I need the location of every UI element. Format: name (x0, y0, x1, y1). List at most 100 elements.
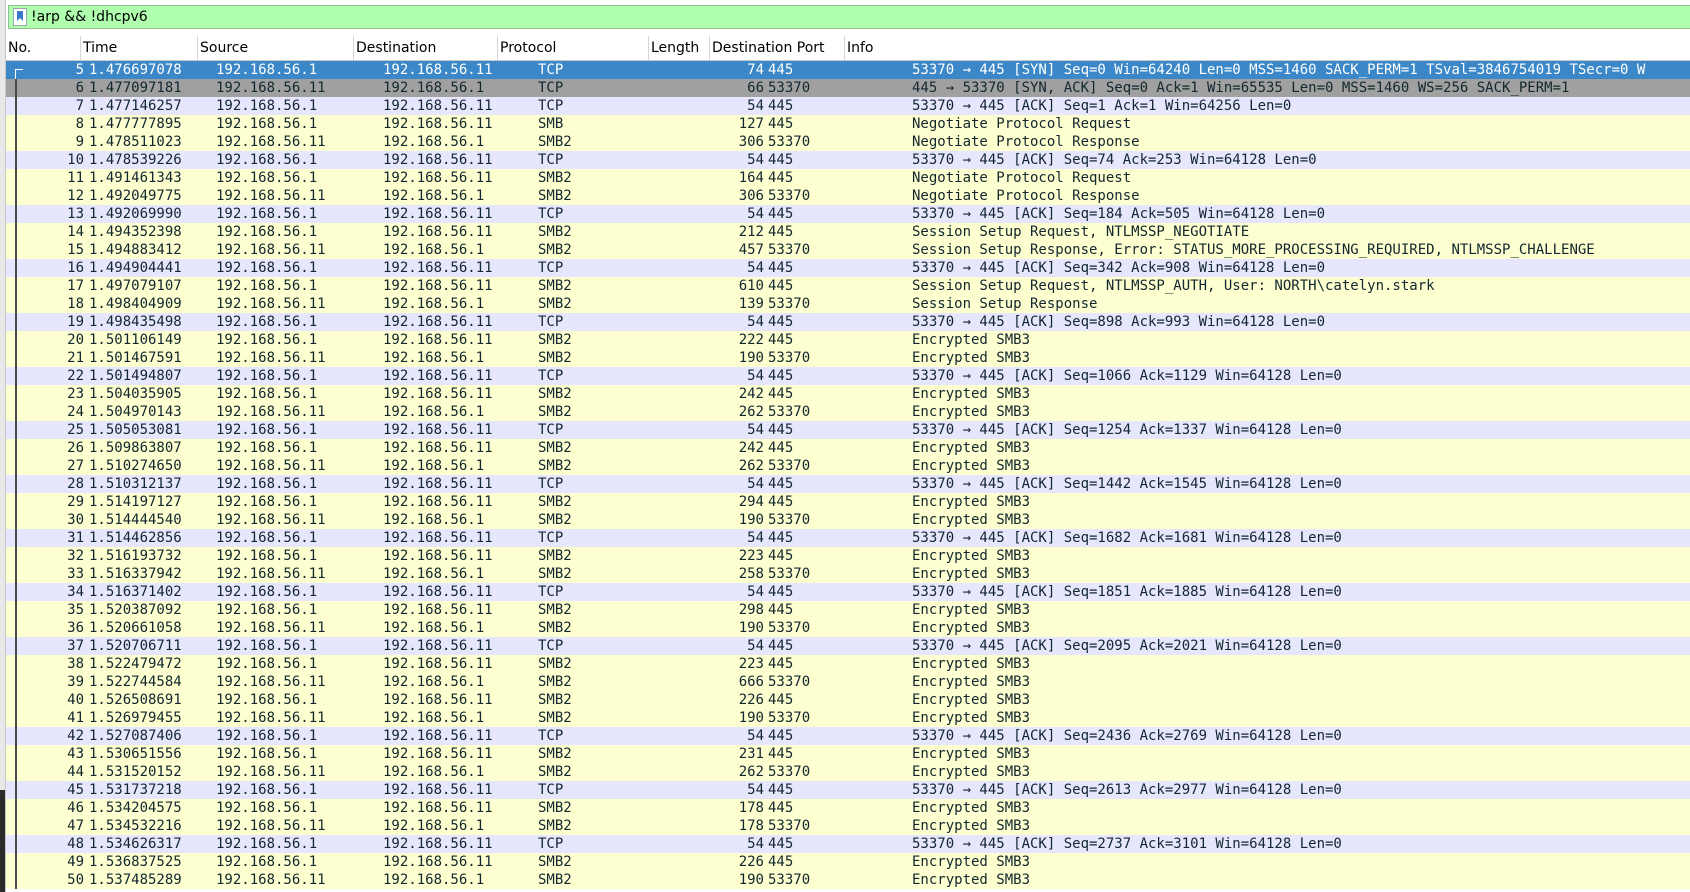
packet-length: 74 (747, 62, 764, 78)
packet-row[interactable]: 38 1.522479472 192.168.56.1 192.168.56.11 SM… (6, 655, 1690, 673)
packet-protocol: TCP (538, 782, 564, 798)
window-left-edge-dark (0, 790, 5, 892)
packet-row[interactable]: 27 1.510274650 192.168.56.11 192.168.56.1 SM… (6, 457, 1690, 475)
packet-row[interactable]: 46 1.534204575 192.168.56.1 192.168.56.11 SM… (6, 799, 1690, 817)
packet-row[interactable]: 37 1.520706711 192.168.56.1 192.168.56.11 TC… (6, 637, 1690, 655)
column-header-destination[interactable]: Destination (354, 36, 498, 60)
packet-row[interactable]: 21 1.501467591 192.168.56.11 192.168.56.1 SM… (6, 349, 1690, 367)
packet-info: 53370 → 445 [ACK] Seq=184 Ack=505 Win=64… (912, 206, 1326, 222)
packet-time: 1.531737218 (89, 782, 182, 798)
packet-info: Session Setup Response (912, 296, 1098, 312)
packet-row[interactable]: 33 1.516337942 192.168.56.11 192.168.56.1 SM… (6, 565, 1690, 583)
packet-destination-port: 445 (768, 854, 794, 870)
packet-row[interactable]: 11 1.491461343 192.168.56.1 192.168.56.11 SM… (6, 169, 1690, 187)
column-header-length[interactable]: Length (649, 36, 710, 60)
packet-source: 192.168.56.1 (216, 638, 318, 654)
packet-protocol: SMB2 (538, 134, 572, 150)
column-header-source[interactable]: Source (198, 36, 354, 60)
packet-row[interactable]: 23 1.504035905 192.168.56.1 192.168.56.11 SM… (6, 385, 1690, 403)
packet-row[interactable]: 16 1.494904441 192.168.56.1 192.168.56.11 TC… (6, 259, 1690, 277)
packet-time: 1.534532216 (89, 818, 182, 834)
packet-time: 1.478511023 (89, 134, 182, 150)
packet-row[interactable]: 32 1.516193732 192.168.56.1 192.168.56.11 SM… (6, 547, 1690, 565)
packet-destination: 192.168.56.11 (383, 548, 493, 564)
packet-time: 1.494904441 (89, 260, 182, 276)
packet-length: 54 (747, 368, 764, 384)
packet-row[interactable]: 42 1.527087406 192.168.56.1 192.168.56.11 TC… (6, 727, 1690, 745)
packet-protocol: SMB2 (538, 386, 572, 402)
packet-protocol: TCP (538, 584, 564, 600)
column-header-time[interactable]: Time (81, 36, 198, 60)
packet-row[interactable]: 5 1.476697078 192.168.56.1 192.168.56.11 TCP… (6, 61, 1690, 79)
packet-row[interactable]: 17 1.497079107 192.168.56.1 192.168.56.11 SM… (6, 277, 1690, 295)
packet-row[interactable]: 20 1.501106149 192.168.56.1 192.168.56.11 SM… (6, 331, 1690, 349)
packet-destination: 192.168.56.1 (383, 620, 485, 636)
packet-time: 1.537485289 (89, 872, 182, 888)
packet-row[interactable]: 10 1.478539226 192.168.56.1 192.168.56.11 TC… (6, 151, 1690, 169)
packet-row[interactable]: 22 1.501494807 192.168.56.1 192.168.56.11 TC… (6, 367, 1690, 385)
packet-destination-port: 445 (768, 62, 794, 78)
packet-info: Encrypted SMB3 (912, 494, 1031, 510)
packet-row[interactable]: 30 1.514444540 192.168.56.11 192.168.56.1 SM… (6, 511, 1690, 529)
packet-row[interactable]: 19 1.498435498 192.168.56.1 192.168.56.11 TC… (6, 313, 1690, 331)
packet-source: 192.168.56.1 (216, 206, 318, 222)
packet-row[interactable]: 39 1.522744584 192.168.56.11 192.168.56.1 SM… (6, 673, 1690, 691)
packet-row[interactable]: 14 1.494352398 192.168.56.1 192.168.56.11 SM… (6, 223, 1690, 241)
packet-row[interactable]: 44 1.531520152 192.168.56.11 192.168.56.1 SM… (6, 763, 1690, 781)
packet-info: 53370 → 445 [ACK] Seq=2737 Ack=3101 Win=… (912, 836, 1342, 852)
packet-row[interactable]: 24 1.504970143 192.168.56.11 192.168.56.1 SM… (6, 403, 1690, 421)
packet-info: Negotiate Protocol Response (912, 188, 1140, 204)
packet-row[interactable]: 26 1.509863807 192.168.56.1 192.168.56.11 SM… (6, 439, 1690, 457)
packet-length: 262 (738, 764, 764, 780)
column-header-protocol[interactable]: Protocol (498, 36, 649, 60)
display-filter-bar[interactable]: !arp && !dhcpv6 (8, 5, 1690, 29)
packet-source: 192.168.56.1 (216, 746, 318, 762)
packet-info: 53370 → 445 [ACK] Seq=1851 Ack=1885 Win=… (912, 584, 1342, 600)
packet-row[interactable]: 7 1.477146257 192.168.56.1 192.168.56.11 TCP… (6, 97, 1690, 115)
packet-info: 53370 → 445 [ACK] Seq=1254 Ack=1337 Win=… (912, 422, 1342, 438)
packet-row[interactable]: 36 1.520661058 192.168.56.11 192.168.56.1 SM… (6, 619, 1690, 637)
packet-destination: 192.168.56.1 (383, 404, 485, 420)
column-header-info[interactable]: Info (845, 36, 1690, 60)
filter-bookmark-icon[interactable] (13, 8, 27, 26)
packet-info: 53370 → 445 [ACK] Seq=1066 Ack=1129 Win=… (912, 368, 1342, 384)
packet-destination-port: 53370 (768, 134, 811, 150)
packet-row[interactable]: 18 1.498404909 192.168.56.11 192.168.56.1 SM… (6, 295, 1690, 313)
packet-row[interactable]: 9 1.478511023 192.168.56.11 192.168.56.1 SMB… (6, 133, 1690, 151)
packet-length: 610 (738, 278, 764, 294)
packet-row[interactable]: 6 1.477097181 192.168.56.11 192.168.56.1 TCP… (6, 79, 1690, 97)
packet-number: 28 (67, 476, 84, 492)
packet-row[interactable]: 34 1.516371402 192.168.56.1 192.168.56.11 TC… (6, 583, 1690, 601)
packet-row[interactable]: 40 1.526508691 192.168.56.1 192.168.56.11 SM… (6, 691, 1690, 709)
packet-length: 190 (738, 872, 764, 888)
packet-number: 11 (67, 170, 84, 186)
packet-row[interactable]: 28 1.510312137 192.168.56.1 192.168.56.11 TC… (6, 475, 1690, 493)
packet-row[interactable]: 49 1.536837525 192.168.56.1 192.168.56.11 SM… (6, 853, 1690, 871)
display-filter-input[interactable]: !arp && !dhcpv6 (31, 8, 148, 26)
packet-row[interactable]: 47 1.534532216 192.168.56.11 192.168.56.1 SM… (6, 817, 1690, 835)
packet-row[interactable]: 45 1.531737218 192.168.56.1 192.168.56.11 TC… (6, 781, 1690, 799)
packet-row[interactable]: 13 1.492069990 192.168.56.1 192.168.56.11 TC… (6, 205, 1690, 223)
column-header-no[interactable]: No. (6, 36, 81, 60)
packet-row[interactable]: 29 1.514197127 192.168.56.1 192.168.56.11 SM… (6, 493, 1690, 511)
packet-time: 1.509863807 (89, 440, 182, 456)
packet-row[interactable]: 8 1.477777895 192.168.56.1 192.168.56.11 SMB… (6, 115, 1690, 133)
packet-list[interactable]: 5 1.476697078 192.168.56.1 192.168.56.11 TCP… (6, 61, 1690, 892)
packet-source: 192.168.56.1 (216, 836, 318, 852)
packet-number: 44 (67, 764, 84, 780)
packet-row[interactable]: 41 1.526979455 192.168.56.11 192.168.56.1 SM… (6, 709, 1690, 727)
packet-row[interactable]: 50 1.537485289 192.168.56.11 192.168.56.1 SM… (6, 871, 1690, 889)
packet-destination: 192.168.56.1 (383, 872, 485, 888)
packet-row[interactable]: 25 1.505053081 192.168.56.1 192.168.56.11 TC… (6, 421, 1690, 439)
packet-row[interactable]: 43 1.530651556 192.168.56.1 192.168.56.11 SM… (6, 745, 1690, 763)
packet-row[interactable]: 31 1.514462856 192.168.56.1 192.168.56.11 TC… (6, 529, 1690, 547)
packet-protocol: TCP (538, 152, 564, 168)
packet-time: 1.531520152 (89, 764, 182, 780)
packet-row[interactable]: 35 1.520387092 192.168.56.1 192.168.56.11 SM… (6, 601, 1690, 619)
packet-row[interactable]: 48 1.534626317 192.168.56.1 192.168.56.11 TC… (6, 835, 1690, 853)
packet-source: 192.168.56.11 (216, 710, 326, 726)
packet-row[interactable]: 15 1.494883412 192.168.56.11 192.168.56.1 SM… (6, 241, 1690, 259)
packet-row[interactable]: 12 1.492049775 192.168.56.11 192.168.56.1 SM… (6, 187, 1690, 205)
packet-destination: 192.168.56.11 (383, 152, 493, 168)
column-header-destination-port[interactable]: Destination Port (710, 36, 845, 60)
